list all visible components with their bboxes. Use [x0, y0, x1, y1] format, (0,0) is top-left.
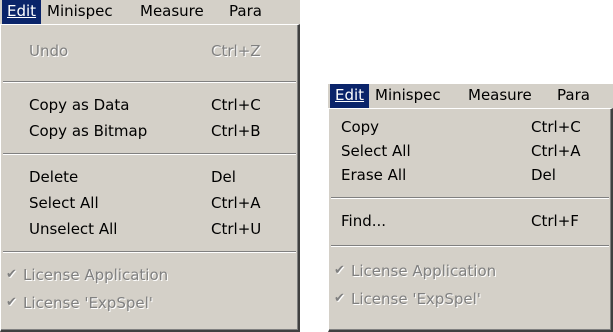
checkmark-icon: ✔ — [6, 267, 17, 282]
menu-item-label: License 'ExpSpel' — [23, 294, 153, 312]
menu-item-shortcut: Del — [531, 166, 556, 184]
menu-item-license-application[interactable]: ✔ License Application — [1, 263, 298, 287]
menu-para[interactable]: Para — [552, 84, 595, 108]
menu-item-license-application[interactable]: ✔ License Application — [329, 259, 611, 283]
menu-minispec[interactable]: Minispec — [42, 0, 118, 24]
menu-separator — [3, 81, 296, 83]
menu-item-license-expspel[interactable]: ✔ License 'ExpSpel' — [1, 291, 298, 315]
right-menu-panel: Edit Minispec Measure Para Copy Ctrl+C S… — [328, 84, 613, 332]
menu-separator — [3, 251, 296, 253]
menu-item-label: Select All — [341, 142, 411, 160]
menu-item-shortcut: Ctrl+C — [531, 118, 581, 136]
menu-edit[interactable]: Edit — [2, 0, 42, 24]
menu-item-shortcut: Del — [211, 168, 236, 186]
menu-item-copy[interactable]: Copy Ctrl+C — [329, 115, 611, 139]
menu-para[interactable]: Para — [224, 0, 267, 24]
menu-separator — [3, 153, 296, 155]
menu-item-label: License 'ExpSpel' — [351, 290, 481, 308]
menu-item-label: Undo — [29, 42, 69, 60]
menu-item-erase-all[interactable]: Erase All Del — [329, 163, 611, 187]
menu-item-shortcut: Ctrl+C — [211, 96, 261, 114]
menu-item-shortcut: Ctrl+B — [211, 122, 261, 140]
menu-item-find[interactable]: Find... Ctrl+F — [329, 209, 611, 233]
checkmark-icon: ✔ — [334, 263, 345, 278]
menu-edit[interactable]: Edit — [330, 84, 370, 108]
menu-item-shortcut: Ctrl+Z — [211, 42, 261, 60]
menu-item-shortcut: Ctrl+U — [211, 220, 262, 238]
menu-separator — [331, 197, 609, 199]
menu-item-label: License Application — [351, 262, 497, 280]
menu-item-label: Erase All — [341, 166, 407, 184]
menu-item-label: License Application — [23, 266, 169, 284]
menu-item-copy-as-bitmap[interactable]: Copy as Bitmap Ctrl+B — [1, 119, 298, 143]
menu-item-delete[interactable]: Delete Del — [1, 165, 298, 189]
menu-measure[interactable]: Measure — [135, 0, 209, 24]
checkmark-icon: ✔ — [334, 291, 345, 306]
menu-item-label: Delete — [29, 168, 79, 186]
menu-measure[interactable]: Measure — [463, 84, 537, 108]
menu-item-license-expspel[interactable]: ✔ License 'ExpSpel' — [329, 287, 611, 311]
menu-item-label: Copy as Data — [29, 96, 130, 114]
menu-item-shortcut: Ctrl+A — [531, 142, 581, 160]
menu-item-select-all[interactable]: Select All Ctrl+A — [329, 139, 611, 163]
left-menubar: Edit Minispec Measure Para — [0, 0, 300, 24]
menu-item-select-all[interactable]: Select All Ctrl+A — [1, 191, 298, 215]
checkmark-icon: ✔ — [6, 295, 17, 310]
menu-item-label: Select All — [29, 194, 99, 212]
menu-item-label: Copy — [341, 118, 380, 136]
right-edit-dropdown: Copy Ctrl+C Select All Ctrl+A Erase All … — [328, 108, 613, 332]
menu-item-unselect-all[interactable]: Unselect All Ctrl+U — [1, 217, 298, 241]
right-menubar: Edit Minispec Measure Para — [328, 84, 613, 108]
menu-item-undo[interactable]: Undo Ctrl+Z — [1, 39, 298, 63]
menu-item-copy-as-data[interactable]: Copy as Data Ctrl+C — [1, 93, 298, 117]
menu-item-label: Unselect All — [29, 220, 118, 238]
left-edit-dropdown: Undo Ctrl+Z Copy as Data Ctrl+C Copy as … — [0, 24, 300, 332]
menu-item-label: Find... — [341, 212, 387, 230]
menu-item-label: Copy as Bitmap — [29, 122, 148, 140]
left-menu-panel: Edit Minispec Measure Para Undo Ctrl+Z C… — [0, 0, 300, 332]
menu-item-shortcut: Ctrl+A — [211, 194, 261, 212]
menu-separator — [331, 245, 609, 247]
menu-item-shortcut: Ctrl+F — [531, 212, 579, 230]
menu-minispec[interactable]: Minispec — [370, 84, 446, 108]
